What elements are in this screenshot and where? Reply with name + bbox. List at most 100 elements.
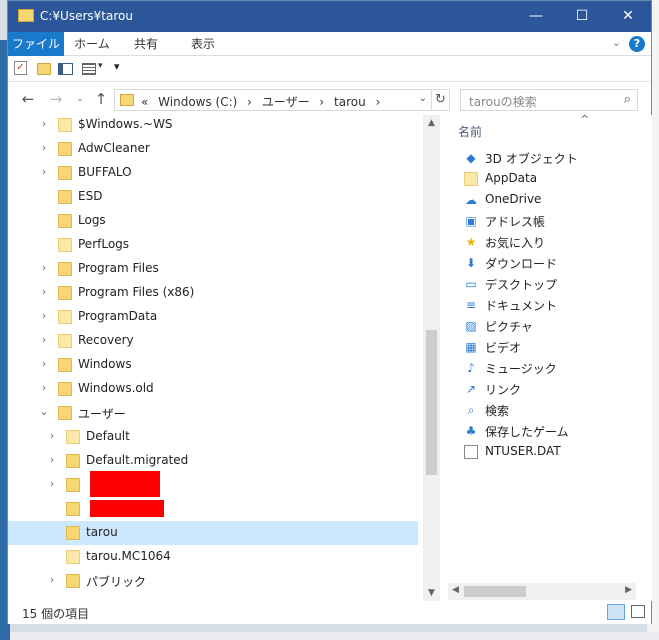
expand-chevron-icon[interactable]: › — [38, 117, 50, 130]
tree-item[interactable]: › Windows — [8, 353, 418, 377]
file-list-item[interactable]: ▣ アドレス帳 — [464, 211, 644, 232]
address-dropdown-icon[interactable]: ⌄ — [419, 93, 427, 104]
tree-item[interactable]: › Recovery — [8, 329, 418, 353]
expand-chevron-icon[interactable]: › — [38, 381, 50, 394]
tab-view[interactable]: 表示 — [183, 32, 223, 56]
tree-item[interactable]: › Program Files — [8, 257, 418, 281]
back-button[interactable]: ← — [18, 90, 38, 108]
file-list-item-label: AppData — [485, 171, 538, 185]
refresh-button[interactable]: ↻ — [432, 89, 450, 111]
large-icons-view-button[interactable] — [631, 605, 645, 618]
file-list-item[interactable]: AppData — [464, 169, 644, 190]
tree-item[interactable]: › $Windows.~WS — [8, 115, 418, 137]
file-list-item[interactable]: ◆ 3D オブジェクト — [464, 148, 644, 169]
collapse-chevron-icon[interactable]: ⌄ — [38, 405, 50, 418]
tab-home[interactable]: ホーム — [74, 32, 110, 56]
tree-item[interactable]: › BUFFALO — [8, 161, 418, 185]
file-list-item-label: OneDrive — [485, 192, 542, 206]
expand-chevron-icon[interactable]: › — [38, 357, 50, 370]
breadcrumb-separator[interactable]: › — [376, 95, 381, 109]
tree-item[interactable]: ESD — [8, 185, 418, 209]
scroll-left-icon[interactable]: ◀ — [452, 585, 459, 595]
help-icon[interactable]: ? — [629, 36, 645, 52]
horizontal-scrollbar[interactable]: ◀ ▶ — [448, 583, 636, 600]
tab-file[interactable]: ファイル — [8, 32, 64, 56]
details-view-button[interactable] — [607, 604, 625, 620]
breadcrumb-separator[interactable]: › — [247, 95, 252, 109]
tree-item-label: Program Files — [78, 261, 159, 275]
file-list-item[interactable]: ★ お気に入り — [464, 232, 644, 253]
scroll-up-icon[interactable]: ▲ — [423, 118, 440, 128]
redaction-box — [90, 500, 164, 517]
file-list-item-label: NTUSER.DAT — [485, 444, 561, 458]
name-column-header[interactable]: 名前 — [458, 123, 482, 140]
tree-item[interactable]: › Default.migrated — [8, 449, 418, 473]
expand-chevron-icon[interactable]: › — [38, 285, 50, 298]
tree-item[interactable]: › ProgramData — [8, 305, 418, 329]
maximize-button[interactable]: ☐ — [559, 1, 605, 32]
file-list-item[interactable]: ⌕ 検索 — [464, 400, 644, 421]
expand-chevron-icon[interactable]: › — [38, 165, 50, 178]
tree-item[interactable]: › Default — [8, 425, 418, 449]
breadcrumb-tarou[interactable]: tarou — [334, 95, 366, 109]
file-list-item[interactable]: ☁ OneDrive — [464, 190, 644, 211]
file-list-item[interactable]: ▭ デスクトップ — [464, 274, 644, 295]
scroll-down-icon[interactable]: ▼ — [423, 588, 440, 598]
new-folder-icon[interactable] — [37, 63, 51, 75]
title-bar[interactable]: C:¥Users¥tarou — ☐ ✕ — [8, 1, 651, 32]
expand-chevron-icon[interactable]: › — [46, 453, 58, 466]
scrollbar-thumb[interactable] — [464, 586, 526, 597]
expand-chevron-icon[interactable]: › — [46, 573, 58, 586]
file-list-item[interactable]: NTUSER.DAT — [464, 442, 644, 463]
tree-item[interactable]: › Program Files (x86) — [8, 281, 418, 305]
navigation-scrollbar[interactable]: ▲ ▼ — [423, 115, 440, 601]
expand-chevron-icon[interactable]: › — [38, 261, 50, 274]
scrollbar-thumb[interactable] — [426, 330, 437, 475]
file-list-item[interactable]: ▨ ピクチャ — [464, 316, 644, 337]
file-list-item[interactable]: ♪ ミュージック — [464, 358, 644, 379]
search-icon[interactable]: ⌕ — [624, 92, 631, 107]
breadcrumb-overflow[interactable]: « — [141, 95, 148, 109]
expand-chevron-icon[interactable]: › — [38, 309, 50, 322]
tree-item[interactable]: PerfLogs — [8, 233, 418, 257]
properties-check-icon[interactable]: ✓ — [14, 61, 27, 75]
breadcrumb-separator[interactable]: › — [319, 95, 324, 109]
ribbon-expand-icon[interactable]: ⌄ — [612, 36, 621, 49]
tree-item[interactable]: › AdwCleaner — [8, 137, 418, 161]
music-icon: ♪ — [467, 361, 475, 375]
details-layout-icon[interactable] — [82, 63, 96, 75]
forward-button[interactable]: → — [46, 90, 66, 108]
file-list-item[interactable]: ≡ ドキュメント — [464, 295, 644, 316]
tree-item[interactable]: › パブリック — [8, 569, 418, 593]
close-button[interactable]: ✕ — [605, 1, 651, 32]
tree-item[interactable]: tarou — [8, 521, 418, 545]
file-list-item[interactable]: ⬇ ダウンロード — [464, 253, 644, 274]
breadcrumb-drive[interactable]: Windows (C:) — [158, 95, 237, 109]
file-list[interactable]: 名前 ^ ◆ 3D オブジェクト AppData ☁ OneDrive ▣ アドレス帳 ★ お気… — [444, 115, 652, 601]
up-button[interactable]: ↑ — [91, 90, 111, 108]
tab-share[interactable]: 共有 — [131, 32, 161, 56]
navigation-pane[interactable]: › $Windows.~WS › AdwCleaner › BUFFALO ESD Logs P… — [8, 115, 435, 601]
address-field[interactable]: « Windows (C:) › ユーザー › tarou › ⌄ — [114, 89, 432, 111]
recent-locations-icon[interactable]: ⌄ — [70, 94, 90, 104]
tree-item[interactable]: Logs — [8, 209, 418, 233]
expand-chevron-icon[interactable]: › — [46, 477, 58, 490]
navigation-pane-icon[interactable] — [58, 63, 73, 75]
tree-item[interactable]: › — [8, 471, 418, 497]
file-list-item[interactable]: ♣ 保存したゲーム — [464, 421, 644, 442]
customize-toolbar-icon[interactable]: ▾ — [114, 60, 120, 73]
search-input[interactable]: tarouの検索 ⌕ — [460, 89, 638, 111]
file-list-item[interactable]: ↗ リンク — [464, 379, 644, 400]
breadcrumb-users[interactable]: ユーザー — [262, 95, 310, 109]
tree-item[interactable]: ⌄ ユーザー — [8, 401, 418, 425]
layout-dropdown-icon[interactable]: ▾ — [98, 61, 103, 71]
tree-item[interactable] — [8, 497, 418, 521]
expand-chevron-icon[interactable]: › — [46, 429, 58, 442]
minimize-button[interactable]: — — [513, 1, 559, 32]
tree-item[interactable]: › Windows.old — [8, 377, 418, 401]
expand-chevron-icon[interactable]: › — [38, 141, 50, 154]
expand-chevron-icon[interactable]: › — [38, 333, 50, 346]
tree-item[interactable]: tarou.MC1064 — [8, 545, 418, 569]
scroll-right-icon[interactable]: ▶ — [625, 585, 632, 595]
file-list-item[interactable]: ▦ ビデオ — [464, 337, 644, 358]
